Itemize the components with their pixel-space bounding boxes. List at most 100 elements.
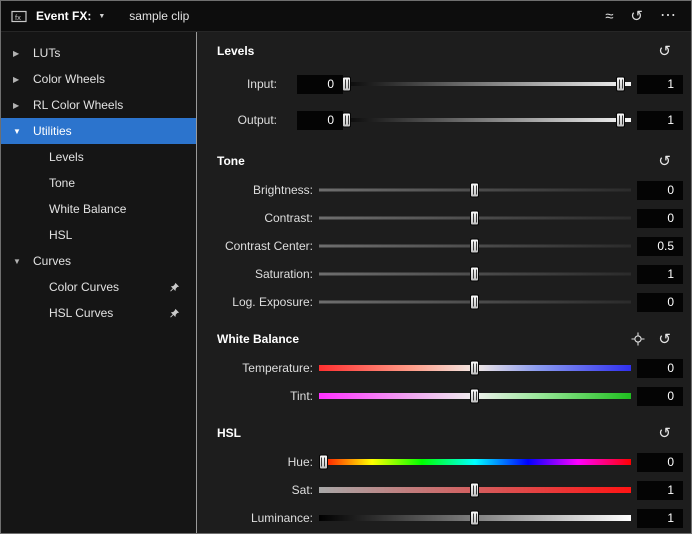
slider-handle[interactable] bbox=[470, 239, 479, 254]
pin-icon[interactable] bbox=[169, 308, 180, 319]
reset-icon[interactable]: ↺ bbox=[658, 44, 671, 59]
sidebar-item-label: RL Color Wheels bbox=[33, 98, 123, 112]
slider-sat[interactable] bbox=[319, 482, 631, 499]
sidebar-item-rl-color-wheels[interactable]: ▶RL Color Wheels bbox=[1, 92, 196, 118]
reset-icon[interactable]: ↺ bbox=[658, 154, 671, 169]
slider-row-log-exposure: Log. Exposure: 0 bbox=[217, 288, 683, 316]
input-value[interactable]: 1 bbox=[637, 75, 683, 94]
section-header: HSL ↺ bbox=[217, 424, 683, 442]
sidebar-item-white-balance[interactable]: White Balance bbox=[1, 196, 196, 222]
output-min-value[interactable]: 0 bbox=[297, 111, 343, 130]
section-levels: Levels↺Input:01Output:01 bbox=[217, 42, 683, 138]
slider-row-hue: Hue: 0 bbox=[217, 448, 683, 476]
reset-icon[interactable]: ↺ bbox=[658, 332, 671, 347]
slider-handle[interactable] bbox=[319, 455, 328, 470]
slider-handle[interactable] bbox=[342, 77, 351, 92]
slider-brightness[interactable] bbox=[319, 182, 631, 199]
sidebar-item-label: LUTs bbox=[33, 46, 60, 60]
sidebar-item-hsl[interactable]: HSL bbox=[1, 222, 196, 248]
slider-handle[interactable] bbox=[470, 361, 479, 376]
slider-saturation[interactable] bbox=[319, 266, 631, 283]
slider-handle[interactable] bbox=[470, 511, 479, 526]
slider-handle[interactable] bbox=[470, 295, 479, 310]
chevron-down-icon[interactable]: ▼ bbox=[98, 13, 105, 20]
contrast-value[interactable]: 0 bbox=[637, 209, 683, 228]
reset-all-icon[interactable]: ↺ bbox=[630, 9, 643, 24]
slider-contrast[interactable] bbox=[319, 210, 631, 227]
slider-label: Temperature: bbox=[217, 361, 313, 375]
output-value[interactable]: 1 bbox=[637, 111, 683, 130]
slider-tint[interactable] bbox=[319, 388, 631, 405]
slider-hue[interactable] bbox=[319, 454, 631, 471]
temperature-value[interactable]: 0 bbox=[637, 359, 683, 378]
slider-contrast-center[interactable] bbox=[319, 238, 631, 255]
bypass-fx-icon[interactable]: ≈ bbox=[605, 9, 613, 24]
slider-row-saturation: Saturation:1 bbox=[217, 260, 683, 288]
sidebar-item-utilities[interactable]: ▼Utilities bbox=[1, 118, 196, 144]
luminance-value[interactable]: 1 bbox=[637, 509, 683, 528]
log-exposure-value[interactable]: 0 bbox=[637, 293, 683, 312]
white-balance-picker-icon[interactable] bbox=[631, 332, 645, 346]
slider-label: Contrast: bbox=[217, 211, 313, 225]
slider-temperature[interactable] bbox=[319, 360, 631, 377]
slider-output[interactable] bbox=[347, 112, 631, 129]
slider-luminance[interactable] bbox=[319, 510, 631, 527]
slider-handle[interactable] bbox=[470, 211, 479, 226]
slider-label: Log. Exposure: bbox=[217, 295, 313, 309]
slider-input[interactable] bbox=[347, 76, 631, 93]
section-hsl: HSL ↺ Hue: 0 Sat: 1 Luminance: 1 bbox=[217, 424, 683, 532]
saturation-value[interactable]: 1 bbox=[637, 265, 683, 284]
sidebar-item-label: Color Wheels bbox=[33, 72, 105, 86]
section-header: Tone↺ bbox=[217, 152, 683, 170]
section-icons: ↺ bbox=[631, 332, 683, 347]
sidebar-item-color-wheels[interactable]: ▶Color Wheels bbox=[1, 66, 196, 92]
slider-log-exposure[interactable] bbox=[319, 294, 631, 311]
sidebar: ▶LUTs▶Color Wheels▶RL Color Wheels▼Utili… bbox=[1, 32, 197, 533]
slider-handle[interactable] bbox=[470, 389, 479, 404]
more-options-icon[interactable]: ⋯ bbox=[660, 8, 677, 24]
sidebar-item-label: Color Curves bbox=[49, 280, 119, 294]
sidebar-item-color-curves[interactable]: Color Curves bbox=[1, 274, 196, 300]
slider-handle[interactable] bbox=[470, 183, 479, 198]
main-panel: Levels↺Input:01Output:01Tone↺Brightness:… bbox=[197, 32, 691, 533]
reset-icon[interactable]: ↺ bbox=[658, 426, 671, 441]
slider-handle[interactable] bbox=[616, 113, 625, 128]
slider-handle[interactable] bbox=[470, 267, 479, 282]
slider-label: Brightness: bbox=[217, 183, 313, 197]
input-min-value[interactable]: 0 bbox=[297, 75, 343, 94]
contrast-center-value[interactable]: 0.5 bbox=[637, 237, 683, 256]
sidebar-item-hsl-curves[interactable]: HSL Curves bbox=[1, 300, 196, 326]
sidebar-item-label: Curves bbox=[33, 254, 71, 268]
event-fx-label: Event FX: bbox=[36, 9, 91, 23]
content-area: ▶LUTs▶Color Wheels▶RL Color Wheels▼Utili… bbox=[1, 32, 691, 533]
section-title: HSL bbox=[217, 426, 241, 440]
slider-label: Sat: bbox=[217, 483, 313, 497]
section-header: Levels↺ bbox=[217, 42, 683, 60]
sidebar-item-label: Utilities bbox=[33, 124, 72, 138]
section-tone: Tone↺Brightness:0Contrast:0Contrast Cent… bbox=[217, 152, 683, 316]
brightness-value[interactable]: 0 bbox=[637, 181, 683, 200]
chevron-down-icon: ▼ bbox=[13, 127, 33, 136]
sidebar-item-luts[interactable]: ▶LUTs bbox=[1, 40, 196, 66]
slider-track bbox=[347, 82, 631, 86]
slider-label: Luminance: bbox=[217, 511, 313, 525]
slider-row-output: Output:01 bbox=[217, 102, 683, 138]
slider-label: Hue: bbox=[217, 455, 313, 469]
slider-row-contrast: Contrast: 0 bbox=[217, 204, 683, 232]
sidebar-item-curves[interactable]: ▼Curves bbox=[1, 248, 196, 274]
sidebar-item-levels[interactable]: Levels bbox=[1, 144, 196, 170]
slider-handle[interactable] bbox=[616, 77, 625, 92]
sidebar-item-tone[interactable]: Tone bbox=[1, 170, 196, 196]
slider-handle[interactable] bbox=[470, 483, 479, 498]
slider-row-input: Input:01 bbox=[217, 66, 683, 102]
sat-value[interactable]: 1 bbox=[637, 481, 683, 500]
hue-value[interactable]: 0 bbox=[637, 453, 683, 472]
titlebar-actions: ≈ ↺ ⋯ bbox=[605, 8, 681, 24]
slider-row-tint: Tint:0 bbox=[217, 382, 683, 410]
slider-track bbox=[319, 459, 631, 465]
title-bar: fx Event FX: ▼ sample clip ≈ ↺ ⋯ bbox=[1, 1, 691, 32]
tint-value[interactable]: 0 bbox=[637, 387, 683, 406]
slider-track bbox=[347, 118, 631, 122]
slider-handle[interactable] bbox=[342, 113, 351, 128]
pin-icon[interactable] bbox=[169, 282, 180, 293]
